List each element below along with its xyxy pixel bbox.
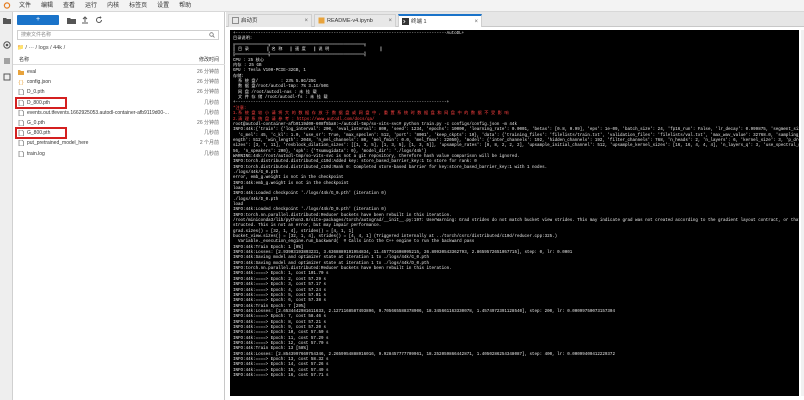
file-modified: 26 分钟前 xyxy=(197,79,219,86)
main-area: 启动页 × README-v4.ipynb × 终端 1 × +-------------… xyxy=(226,12,804,400)
tab-label: README-v4.ipynb xyxy=(327,18,373,24)
close-icon[interactable]: × xyxy=(304,15,308,27)
file-browser-toolbar: + xyxy=(13,14,225,26)
file-icon xyxy=(18,119,24,127)
tab-label: 终端 1 xyxy=(411,19,427,25)
file-row[interactable]: train.log 几秒前 xyxy=(13,149,225,159)
terminal-line: INFO:44k:====> Epoch: 16, cost 57.71 s xyxy=(233,374,329,378)
file-name: put_pretrained_model_here xyxy=(27,140,89,147)
file-row[interactable]: D_800.pth 几秒前 xyxy=(13,96,225,109)
tab-label: 启动页 xyxy=(241,18,258,24)
file-name: eval xyxy=(27,69,37,75)
file-row[interactable]: G_800.pth 几秒前 xyxy=(13,127,225,140)
menu-item[interactable]: 查看 xyxy=(58,0,80,12)
file-modified: 26 分钟前 xyxy=(197,69,219,75)
file-modified: 几秒前 xyxy=(203,109,219,116)
file-icon xyxy=(18,139,24,147)
file-row[interactable]: events.out.tfevents.1662925053.autodl-co… xyxy=(13,108,225,118)
launcher-icon xyxy=(232,17,239,24)
close-icon[interactable]: × xyxy=(474,16,478,28)
file-modified: 2 个月前 xyxy=(199,140,219,147)
file-icon xyxy=(18,150,24,157)
terminal-icon xyxy=(402,18,409,25)
breadcrumb[interactable]: 📁 / ··· / logs / 44k / xyxy=(17,45,65,51)
refresh-icon[interactable] xyxy=(93,15,105,25)
menu-item[interactable]: 设置 xyxy=(152,0,174,12)
column-modified-header[interactable]: 修改时间 xyxy=(199,56,219,65)
folder-icon[interactable] xyxy=(2,16,11,25)
file-name: events.out.tfevents.1662925053.autodl-co… xyxy=(27,109,169,116)
menu-item[interactable]: 编辑 xyxy=(36,0,58,12)
terminal[interactable]: +---------------------------------------… xyxy=(230,30,799,396)
tab[interactable]: 启动页 × xyxy=(228,14,312,27)
file-search-input[interactable]: 搜索文件名称 xyxy=(17,30,219,40)
notebook-icon xyxy=(318,17,325,24)
extensions-icon[interactable] xyxy=(2,72,11,81)
menu-item[interactable]: 文件 xyxy=(14,0,36,12)
file-modified: 26 分钟前 xyxy=(197,119,219,126)
json-file-icon: {} xyxy=(18,79,24,86)
running-icon[interactable] xyxy=(2,40,11,49)
highlight-box xyxy=(15,127,67,140)
tab[interactable]: README-v4.ipynb × xyxy=(314,14,396,27)
menu-item[interactable]: 标签页 xyxy=(124,0,152,12)
file-name: config.json xyxy=(27,79,51,86)
search-icon xyxy=(209,32,215,41)
column-name-header[interactable]: 名称 xyxy=(19,56,29,65)
file-browser: + 搜索文件名称 📁 / ··· / logs / 44k / 名称 修改时间 … xyxy=(13,12,225,400)
file-row[interactable]: eval 26 分钟前 xyxy=(13,67,225,77)
tab[interactable]: 终端 1 × xyxy=(398,14,482,27)
menu-item[interactable]: 运行 xyxy=(80,0,102,12)
file-modified: 几秒前 xyxy=(203,150,219,157)
tab-bar: 启动页 × README-v4.ipynb × 终端 1 × xyxy=(226,12,804,27)
menu-bar: 文件 编辑 查看 运行 内核 标签页 设置 帮助 xyxy=(0,0,804,12)
folder-icon xyxy=(18,69,24,75)
menu-item[interactable]: 帮助 xyxy=(174,0,196,12)
menu-item[interactable]: 内核 xyxy=(102,0,124,12)
left-activity-bar xyxy=(0,12,13,400)
highlight-box xyxy=(15,96,67,109)
new-launcher-button[interactable]: + xyxy=(17,15,59,25)
file-name: train.log xyxy=(27,150,45,157)
terminal-line: INFO:44k:{'train': {'log_interval': 200,… xyxy=(233,128,799,133)
commands-icon[interactable] xyxy=(2,56,11,65)
file-modified: 几秒前 xyxy=(203,130,219,137)
close-icon[interactable]: × xyxy=(388,15,392,27)
terminal-output: +---------------------------------------… xyxy=(233,32,799,379)
terminal-line: sizes': [3, 7, 11], 'resblock_dilation_s… xyxy=(233,144,799,149)
file-icon xyxy=(18,89,24,96)
file-modified: 26 分钟前 xyxy=(197,89,219,96)
upload-icon[interactable] xyxy=(79,15,91,25)
file-icon xyxy=(18,109,24,117)
jupyter-logo-icon xyxy=(2,0,11,11)
search-placeholder: 搜索文件名称 xyxy=(21,32,52,38)
file-modified: 几秒前 xyxy=(203,99,219,106)
menu-items: 文件 编辑 查看 运行 内核 标签页 设置 帮助 xyxy=(14,0,196,12)
file-list: eval 26 分钟前{} config.json 26 分钟前 D_0.pth 26 分… xyxy=(13,67,225,159)
new-folder-icon[interactable] xyxy=(65,15,77,25)
svg-text:{}: {} xyxy=(18,80,24,85)
file-row[interactable]: put_pretrained_model_here 2 个月前 xyxy=(13,138,225,148)
file-row[interactable]: {} config.json 26 分钟前 xyxy=(13,77,225,87)
file-list-header: 名称 修改时间 xyxy=(13,56,225,65)
